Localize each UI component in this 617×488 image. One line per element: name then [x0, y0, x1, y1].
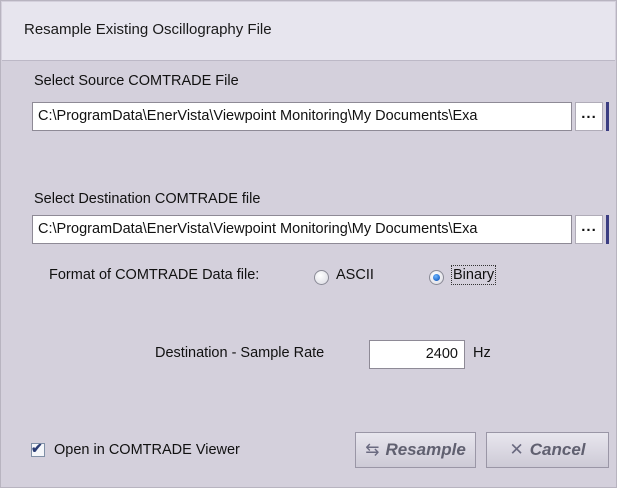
open-viewer-label[interactable]: Open in COMTRADE Viewer: [54, 442, 240, 458]
checkmark-icon: ✔: [31, 440, 43, 456]
destination-edge-accent: [606, 215, 609, 244]
radio-ascii[interactable]: [314, 270, 329, 285]
resample-button[interactable]: ⇆ Resample: [355, 432, 476, 468]
destination-file-label: Select Destination COMTRADE file: [34, 191, 261, 207]
radio-ascii-label[interactable]: ASCII: [336, 267, 374, 283]
refresh-arrows-icon: ⇆: [365, 440, 380, 459]
ellipsis-icon: ...: [581, 218, 597, 235]
title-bar: Resample Existing Oscillography File: [2, 2, 615, 61]
source-edge-accent: [606, 102, 609, 131]
radio-binary[interactable]: [429, 270, 444, 285]
sample-rate-input[interactable]: 2400: [369, 340, 465, 369]
open-viewer-checkbox[interactable]: ✔: [31, 440, 45, 457]
cancel-button[interactable]: ✕ Cancel: [486, 432, 609, 468]
cancel-button-label: Cancel: [529, 440, 586, 459]
resample-dialog: Resample Existing Oscillography File Sel…: [0, 0, 617, 488]
sample-rate-label: Destination - Sample Rate: [155, 345, 325, 361]
format-label: Format of COMTRADE Data file:: [49, 267, 260, 283]
destination-browse-button[interactable]: ...: [575, 215, 603, 244]
destination-path-field[interactable]: C:\ProgramData\EnerVista\Viewpoint Monit…: [32, 215, 572, 244]
radio-binary-label[interactable]: Binary: [450, 265, 497, 285]
resample-button-label: Resample: [385, 440, 466, 459]
sample-rate-unit: Hz: [473, 345, 491, 361]
source-browse-button[interactable]: ...: [575, 102, 603, 131]
ellipsis-icon: ...: [581, 105, 597, 122]
x-icon: ✕: [509, 440, 524, 459]
dialog-title: Resample Existing Oscillography File: [24, 21, 272, 38]
source-file-label: Select Source COMTRADE File: [34, 73, 239, 89]
source-path-field[interactable]: C:\ProgramData\EnerVista\Viewpoint Monit…: [32, 102, 572, 131]
